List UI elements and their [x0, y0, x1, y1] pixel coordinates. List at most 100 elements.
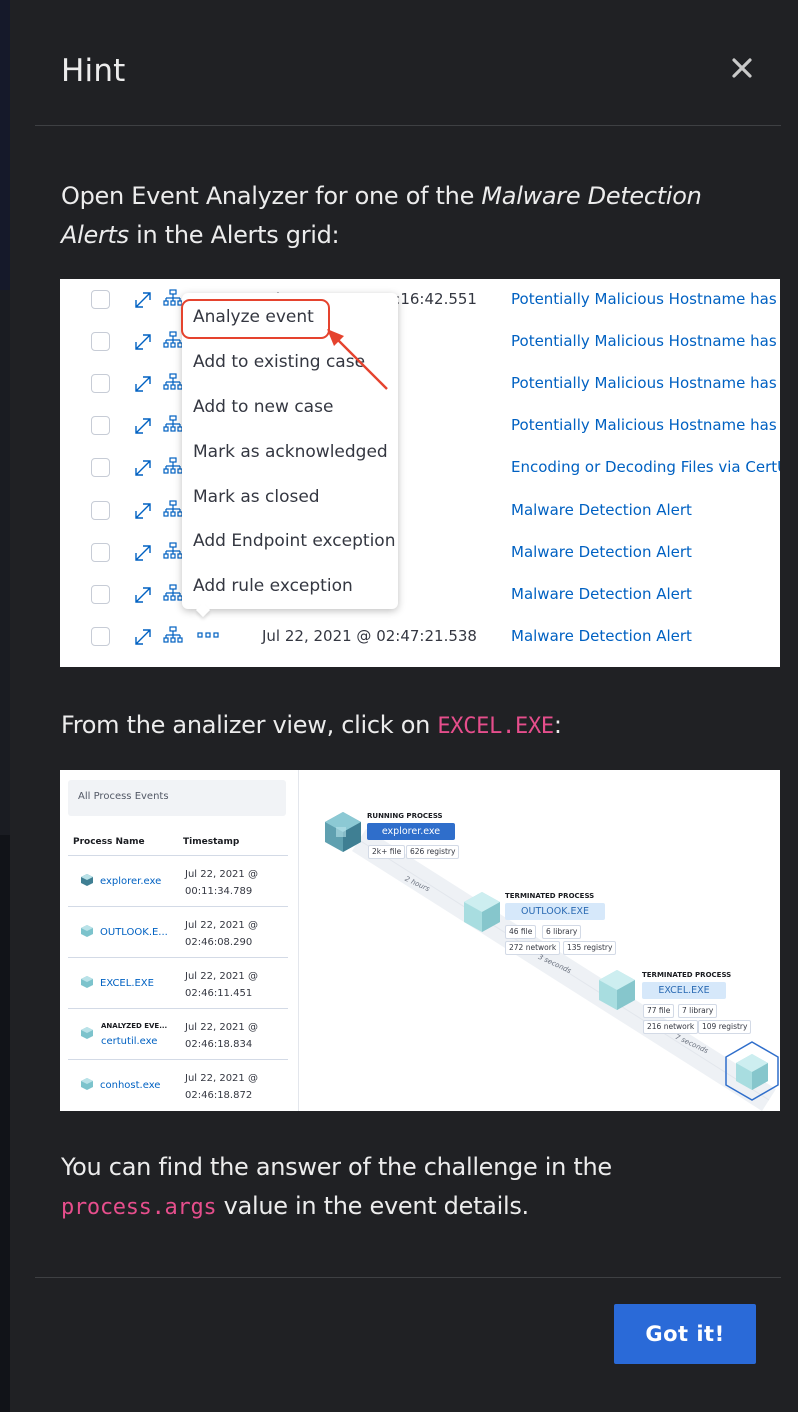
- analyzer-screenshot: All Process Events Process Name Timestam…: [60, 770, 780, 1111]
- analyze-tree-icon[interactable]: [163, 289, 183, 309]
- row-checkbox[interactable]: [91, 627, 110, 646]
- menu-item[interactable]: Add rule exception: [193, 576, 353, 596]
- row-checkbox[interactable]: [91, 501, 110, 520]
- table-row: 46:59.494Potentially Malicious Hostname …: [60, 405, 780, 447]
- cube-icon: [81, 925, 93, 937]
- close-icon[interactable]: [730, 56, 762, 88]
- row-checkbox[interactable]: [91, 416, 110, 435]
- table-row: 47:21.540Malware Detection Alert: [60, 574, 780, 616]
- analyze-tree-icon[interactable]: [163, 331, 183, 351]
- got-it-button[interactable]: Got it!: [614, 1304, 756, 1364]
- menu-item[interactable]: Mark as acknowledged: [193, 442, 388, 462]
- node3-state: TERMINATED PROCESS: [642, 971, 732, 979]
- alert-rule-link[interactable]: Potentially Malicious Hostname has be: [511, 374, 780, 392]
- expand-icon[interactable]: [133, 290, 153, 310]
- menu-item[interactable]: Add to new case: [193, 397, 333, 417]
- col-timestamp: Timestamp: [183, 837, 240, 847]
- menu-item[interactable]: Mark as closed: [193, 487, 320, 507]
- hint-modal: Hint Open Event Analyzer for one of the …: [10, 0, 798, 1412]
- node1-button[interactable]: explorer.exe: [367, 823, 455, 840]
- expand-icon[interactable]: [133, 627, 153, 647]
- alert-rule-link[interactable]: Malware Detection Alert: [511, 585, 692, 603]
- analyze-tree-icon[interactable]: [163, 626, 183, 646]
- row-checkbox[interactable]: [91, 290, 110, 309]
- analyze-tree-icon[interactable]: [163, 373, 183, 393]
- process-timestamp: Jul 22, 2021 @00:11:34.789: [185, 869, 258, 897]
- node3-tag[interactable]: 77 file: [643, 1004, 675, 1018]
- process-events-panel: All Process Events Process Name Timestam…: [60, 770, 299, 1111]
- node3-tag[interactable]: 7 library: [678, 1004, 718, 1018]
- process-row[interactable]: ANALYZED EVE... certutil.exe Jul 22, 2021 …: [68, 1009, 288, 1059]
- alert-rule-link[interactable]: Potentially Malicious Hostname has be: [511, 332, 780, 350]
- process-row[interactable]: OUTLOOK.E... Jul 22, 2021 @02:46:08.290: [68, 907, 288, 957]
- header-divider: [35, 125, 781, 126]
- alert-rule-link[interactable]: Malware Detection Alert: [511, 627, 692, 645]
- alerts-grid-screenshot: Jul 22, 2021 @ 02:16:42.551Potentially M…: [60, 279, 780, 667]
- cube-icon: [325, 812, 361, 852]
- analyze-tree-icon[interactable]: [163, 415, 183, 435]
- node2-tag[interactable]: 135 registry: [563, 941, 617, 955]
- alert-rule-link[interactable]: Encoding or Decoding Files via CertUt: [511, 458, 780, 476]
- process-timestamp: Jul 22, 2021 @02:46:18.834: [185, 1022, 258, 1050]
- table-row: Jul 22, 2021 @ 02:47:21.538 Malware Detec…: [60, 616, 780, 658]
- process-graph: RUNNING PROCESS explorer.exe 2k+ file 62…: [299, 770, 780, 1111]
- process-args-code: process.args: [61, 1195, 217, 1220]
- expand-icon[interactable]: [133, 543, 153, 563]
- analyzed-cube-icon: [725, 1041, 779, 1101]
- expand-icon[interactable]: [133, 332, 153, 352]
- row-checkbox[interactable]: [91, 332, 110, 351]
- process-name-link[interactable]: conhost.exe: [100, 1080, 160, 1091]
- cube-icon: [81, 976, 93, 988]
- alert-rule-link[interactable]: Malware Detection Alert: [511, 543, 692, 561]
- node1-tag[interactable]: 626 registry: [406, 845, 460, 859]
- panel-title: All Process Events: [78, 791, 169, 802]
- table-row: Jul 22, 2021 @ 02:16:42.551Potentially M…: [60, 279, 780, 321]
- process-row[interactable]: conhost.exe Jul 22, 2021 @02:46:18.872: [68, 1060, 288, 1110]
- analyze-tree-icon[interactable]: [163, 457, 183, 477]
- process-row[interactable]: EXCEL.EXE Jul 22, 2021 @02:46:11.451: [68, 958, 288, 1008]
- process-row[interactable]: explorer.exe Jul 22, 2021 @00:11:34.789: [68, 856, 288, 906]
- table-row: 50:58.855Encoding or Decoding Files via …: [60, 447, 780, 489]
- analyze-tree-icon[interactable]: [163, 584, 183, 604]
- process-name-link[interactable]: certutil.exe: [101, 1036, 157, 1047]
- table-row: 47:21.544Malware Detection Alert: [60, 490, 780, 532]
- node1-state: RUNNING PROCESS: [367, 812, 443, 820]
- process-name-link[interactable]: explorer.exe: [100, 876, 161, 887]
- process-name-link[interactable]: EXCEL.EXE: [100, 978, 154, 989]
- menu-item[interactable]: Add Endpoint exception: [193, 531, 395, 551]
- analyze-tree-icon[interactable]: [163, 542, 183, 562]
- node2-tag[interactable]: 6 library: [542, 925, 582, 939]
- node1-tag[interactable]: 2k+ file: [368, 845, 406, 859]
- node2-button[interactable]: OUTLOOK.EXE: [505, 903, 605, 920]
- expand-icon[interactable]: [133, 416, 153, 436]
- row-checkbox[interactable]: [91, 585, 110, 604]
- more-actions-icon[interactable]: [197, 630, 219, 640]
- alert-rule-link[interactable]: Potentially Malicious Hostname has be: [511, 290, 780, 308]
- row-checkbox[interactable]: [91, 458, 110, 477]
- expand-icon[interactable]: [133, 458, 153, 478]
- analyze-tree-icon[interactable]: [163, 500, 183, 520]
- highlight-box: [181, 299, 330, 339]
- process-timestamp: Jul 22, 2021 @02:46:08.290: [185, 920, 258, 948]
- alert-rule-link[interactable]: Potentially Malicious Hostname has be: [511, 416, 780, 434]
- row-checkbox[interactable]: [91, 374, 110, 393]
- expand-icon[interactable]: [133, 374, 153, 394]
- node3-tag[interactable]: 216 network: [643, 1020, 699, 1034]
- node2-tag[interactable]: 46 file: [505, 925, 537, 939]
- excel-code: EXCEL.EXE: [437, 714, 554, 739]
- table-row: 47:21.542Malware Detection Alert: [60, 532, 780, 574]
- node2-state: TERMINATED PROCESS: [505, 892, 595, 900]
- node3-button[interactable]: EXCEL.EXE: [642, 982, 726, 999]
- page-backdrop: [0, 0, 10, 1412]
- cube-icon: [81, 1027, 93, 1039]
- process-name-link[interactable]: OUTLOOK.E...: [100, 927, 168, 938]
- node2-tag[interactable]: 272 network: [505, 941, 561, 955]
- modal-title: Hint: [61, 53, 126, 89]
- process-timestamp: Jul 22, 2021 @02:46:11.451: [185, 971, 258, 999]
- expand-icon[interactable]: [133, 501, 153, 521]
- row-checkbox[interactable]: [91, 543, 110, 562]
- expand-icon[interactable]: [133, 585, 153, 605]
- node3-tag[interactable]: 109 registry: [698, 1020, 752, 1034]
- cube-icon: [81, 1078, 93, 1090]
- alert-rule-link[interactable]: Malware Detection Alert: [511, 501, 692, 519]
